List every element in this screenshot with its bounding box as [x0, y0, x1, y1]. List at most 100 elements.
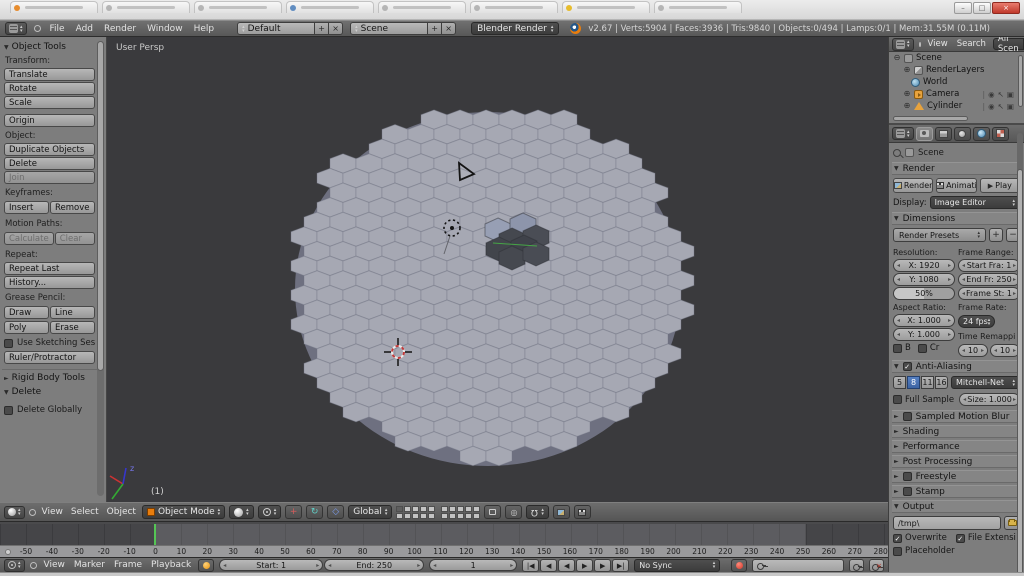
start-frame-field[interactable]: Start: 1	[219, 559, 324, 571]
delete-layout-button[interactable]: ×	[329, 22, 344, 35]
play-button[interactable]: ▶	[576, 558, 594, 572]
hide-toggle-eye-icon[interactable]	[988, 90, 995, 99]
start-frame-field[interactable]: Start Fra: 1	[958, 259, 1020, 272]
add-scene-button[interactable]: +	[428, 22, 443, 35]
scale-button[interactable]: Scale	[4, 96, 95, 109]
menu-view[interactable]: View	[40, 507, 65, 517]
resolution-y-field[interactable]: Y: 1080	[893, 273, 955, 286]
layer-toggle[interactable]	[473, 505, 481, 512]
render-animation-button[interactable]: Animati	[936, 178, 977, 193]
keying-set-button[interactable]	[198, 558, 215, 572]
menu-add[interactable]: Add	[74, 24, 95, 34]
sampled-motion-blur-panel-header[interactable]: Sampled Motion Blur	[892, 410, 1021, 423]
editor-type-selector[interactable]	[4, 558, 25, 572]
object-tools-panel-header[interactable]: Object Tools	[4, 42, 95, 52]
rotate-button[interactable]: Rotate	[4, 82, 95, 95]
sync-mode-select[interactable]: No Sync	[634, 558, 721, 572]
menu-marker[interactable]: Marker	[72, 560, 107, 570]
tab-world[interactable]	[972, 126, 990, 141]
pin-icon[interactable]	[893, 148, 901, 157]
editor-type-selector[interactable]	[4, 505, 25, 519]
menu-collapse-toggle[interactable]	[33, 25, 41, 32]
layer-toggle[interactable]	[449, 512, 457, 519]
dimensions-panel-header[interactable]: Dimensions	[892, 212, 1021, 225]
layer-toggle[interactable]	[457, 505, 465, 512]
lock-to-scene-toggle[interactable]	[484, 505, 502, 519]
antialiasing-panel-header[interactable]: Anti-Aliasing	[892, 360, 1021, 373]
resolution-x-field[interactable]: X: 1920	[893, 259, 955, 272]
delete-scene-button[interactable]: ×	[442, 22, 457, 35]
outliner-display-mode-select[interactable]: All Scen	[992, 37, 1024, 54]
render-presets-select[interactable]: Render Presets	[893, 228, 986, 242]
collapse-icon[interactable]	[893, 54, 901, 62]
browser-tab[interactable]	[654, 1, 742, 13]
properties-scrollbar[interactable]	[1017, 133, 1023, 572]
expand-icon[interactable]	[903, 66, 911, 74]
menu-object[interactable]: Object	[105, 507, 138, 517]
layer-toggle[interactable]	[396, 505, 404, 512]
menu-render[interactable]: Render	[102, 24, 138, 34]
add-preset-button[interactable]: +	[989, 228, 1003, 242]
delete-globally-checkbox[interactable]	[4, 405, 13, 415]
calculate-paths-button[interactable]: Calculate	[4, 232, 54, 245]
delete-button[interactable]: Delete	[4, 157, 95, 170]
tab-texture[interactable]	[991, 126, 1009, 141]
frame-step-field[interactable]: Frame St: 1	[958, 287, 1020, 300]
layer-toggle[interactable]	[441, 505, 449, 512]
timeline-band[interactable]	[0, 524, 888, 545]
outliner-horizontal-scrollbar[interactable]	[893, 116, 968, 121]
join-button[interactable]: Join	[4, 171, 95, 184]
delete-panel-header[interactable]: Delete	[4, 387, 95, 397]
placeholder-checkbox[interactable]	[893, 546, 902, 556]
layer-toggle[interactable]	[428, 512, 436, 519]
renderable-toggle-icon[interactable]	[1007, 90, 1014, 99]
tab-scene[interactable]	[953, 126, 971, 141]
opengl-render-anim-button[interactable]	[573, 505, 591, 519]
freestyle-checkbox[interactable]	[902, 472, 912, 481]
outliner-item-camera[interactable]: Camera |	[889, 88, 1024, 100]
play-rendered-button[interactable]: Play	[979, 178, 1020, 193]
layer-toggle[interactable]	[457, 512, 465, 519]
opengl-render-button[interactable]	[552, 505, 570, 519]
output-panel-header[interactable]: Output	[892, 500, 1021, 513]
close-button[interactable]: ×	[992, 2, 1020, 14]
play-reverse-button[interactable]: ◀	[558, 558, 576, 572]
menu-view[interactable]: View	[42, 560, 67, 570]
editor-type-selector[interactable]	[892, 127, 914, 140]
translate-button[interactable]: Translate	[4, 68, 95, 81]
mode-select[interactable]: Object Mode	[141, 505, 226, 519]
menu-collapse-toggle[interactable]	[918, 41, 921, 47]
gp-draw-button[interactable]: Draw	[4, 306, 49, 319]
editor-type-selector[interactable]	[892, 37, 914, 51]
browser-tab[interactable]	[470, 1, 558, 13]
border-checkbox[interactable]	[893, 343, 902, 353]
gp-erase-button[interactable]: Erase	[50, 321, 95, 334]
layer-toggle[interactable]	[428, 505, 436, 512]
layer-toggle[interactable]	[396, 512, 404, 519]
current-frame-field[interactable]: 1	[429, 559, 518, 571]
gp-poly-button[interactable]: Poly	[4, 321, 49, 334]
aspect-y-field[interactable]: Y: 1.000	[893, 328, 955, 341]
post-processing-panel-header[interactable]: Post Processing	[892, 455, 1021, 468]
layer-toggle[interactable]	[412, 512, 420, 519]
add-layout-button[interactable]: +	[315, 22, 330, 35]
hide-toggle-eye-icon[interactable]	[988, 102, 995, 111]
end-frame-field[interactable]: End: 250	[324, 559, 425, 571]
aspect-x-field[interactable]: X: 1.000	[893, 314, 955, 327]
output-path-field[interactable]: /tmp\	[893, 516, 1001, 530]
menu-file[interactable]: File	[48, 24, 67, 34]
minimize-button[interactable]: –	[954, 2, 972, 14]
menu-search[interactable]: Search	[955, 39, 988, 49]
scrollbar-thumb[interactable]	[97, 41, 104, 371]
performance-panel-header[interactable]: Performance	[892, 440, 1021, 453]
layer-toggle[interactable]	[465, 505, 473, 512]
outliner-item-cylinder[interactable]: Cylinder |	[889, 100, 1024, 112]
browser-tab[interactable]	[562, 1, 650, 13]
manipulator-toggle[interactable]: +	[285, 505, 303, 519]
remove-keyframe-button[interactable]: Remove	[50, 201, 95, 214]
render-panel-header[interactable]: Render	[892, 162, 1021, 175]
full-sample-checkbox[interactable]	[893, 395, 902, 404]
repeat-last-button[interactable]: Repeat Last	[4, 262, 95, 275]
outliner-item-world[interactable]: World	[889, 76, 1024, 88]
selectable-toggle-icon[interactable]	[998, 90, 1004, 99]
